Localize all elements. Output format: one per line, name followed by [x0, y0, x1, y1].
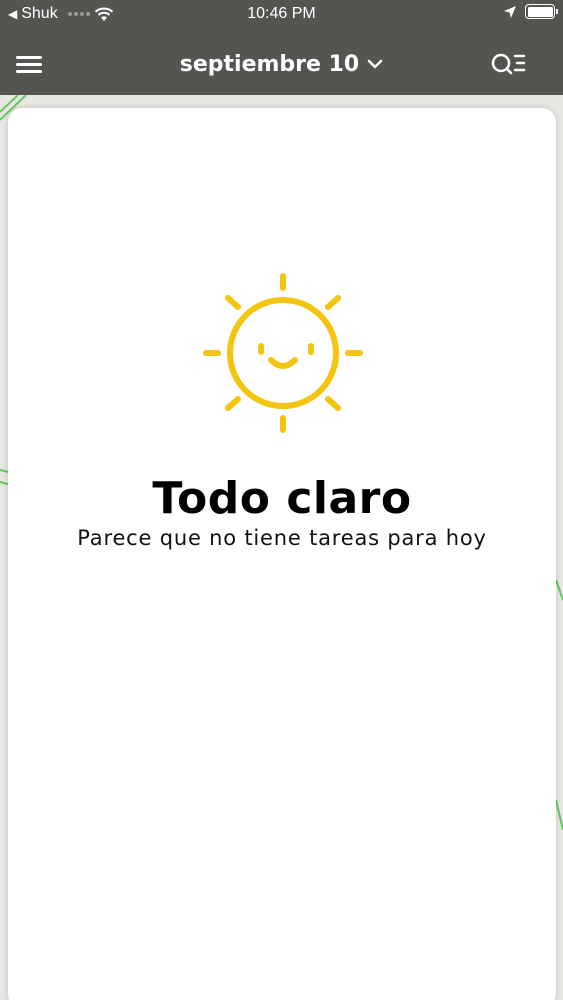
search-list-icon[interactable]	[491, 52, 527, 78]
date-title: septiembre 10	[179, 52, 360, 77]
status-time: 10:46 PM	[247, 5, 316, 22]
empty-state-title: Todo claro	[152, 473, 412, 524]
smiling-sun-icon	[203, 273, 363, 433]
empty-state-subtitle: Parece que no tiene tareas para hoy	[77, 526, 487, 550]
date-selector[interactable]: septiembre 10	[0, 52, 563, 77]
app-header: ◀ Shuk 10:46 PM septiembre 10	[0, 0, 563, 95]
nav-bar: septiembre 10	[0, 40, 563, 90]
chevron-down-icon	[367, 59, 383, 68]
tasks-card: Todo claro Parece que no tiene tareas pa…	[8, 108, 556, 1000]
battery-icon	[525, 4, 558, 19]
status-bar: ◀ Shuk 10:46 PM	[0, 0, 563, 28]
location-arrow-icon	[504, 5, 516, 18]
